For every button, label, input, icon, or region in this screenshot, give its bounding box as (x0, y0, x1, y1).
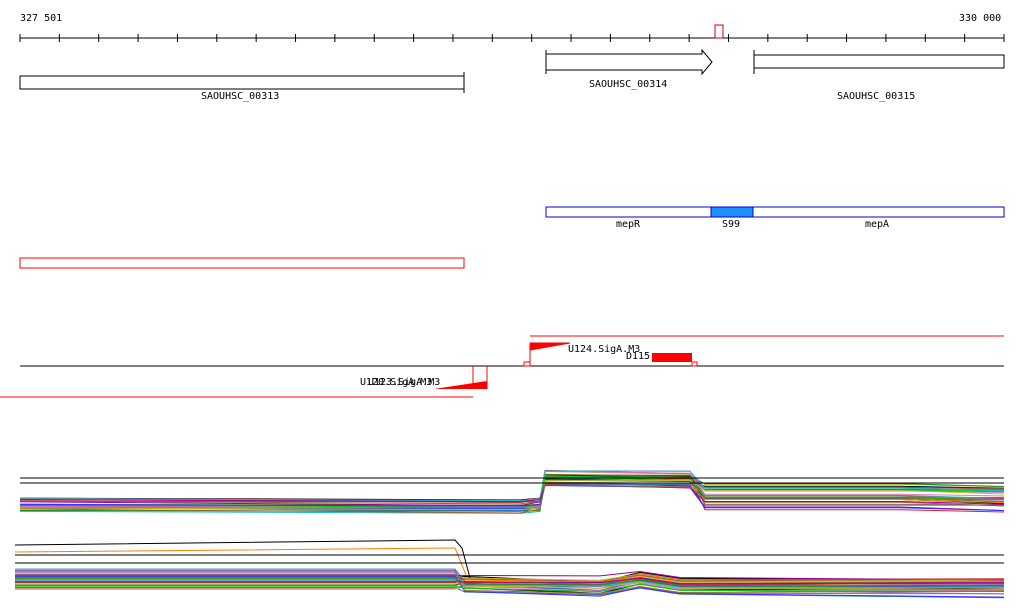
transcript-S99[interactable] (710, 206, 754, 218)
ruler-start-label: 327 501 (20, 13, 63, 24)
promoter-U124-mark[interactable] (529, 342, 571, 366)
promoter-D115-mark[interactable] (652, 353, 692, 362)
transcript-label: mepA (865, 219, 890, 230)
gene-SAOUHSC_00314[interactable] (545, 48, 713, 76)
transcript-label: mepR (616, 219, 641, 230)
gene-label: SAOUHSC_00313 (201, 91, 280, 102)
gene-label: SAOUHSC_00314 (589, 79, 668, 90)
transcript-label: S99 (722, 219, 741, 230)
gene-SAOUHSC_00315[interactable] (753, 54, 1005, 69)
promoter-U120-mark[interactable] (434, 381, 487, 389)
transcript-mepA[interactable] (752, 206, 1005, 218)
ruler-end-label: 330 000 (959, 13, 1002, 24)
red-feature[interactable] (19, 257, 465, 269)
transcript-mepR[interactable] (545, 206, 712, 218)
expression-profiles (14, 469, 1005, 599)
gene-SAOUHSC_00313[interactable] (19, 75, 465, 90)
promoter-label: U123.SigA.M3 (368, 377, 441, 388)
gene-label: SAOUHSC_00315 (837, 91, 916, 102)
ruler (19, 24, 1005, 42)
position-marker[interactable] (714, 24, 724, 39)
genome-browser: 327 501 330 000 SAOUHSC_00313 SAOUHSC_00… (0, 0, 1024, 611)
promoter-label: D115 (626, 351, 651, 362)
